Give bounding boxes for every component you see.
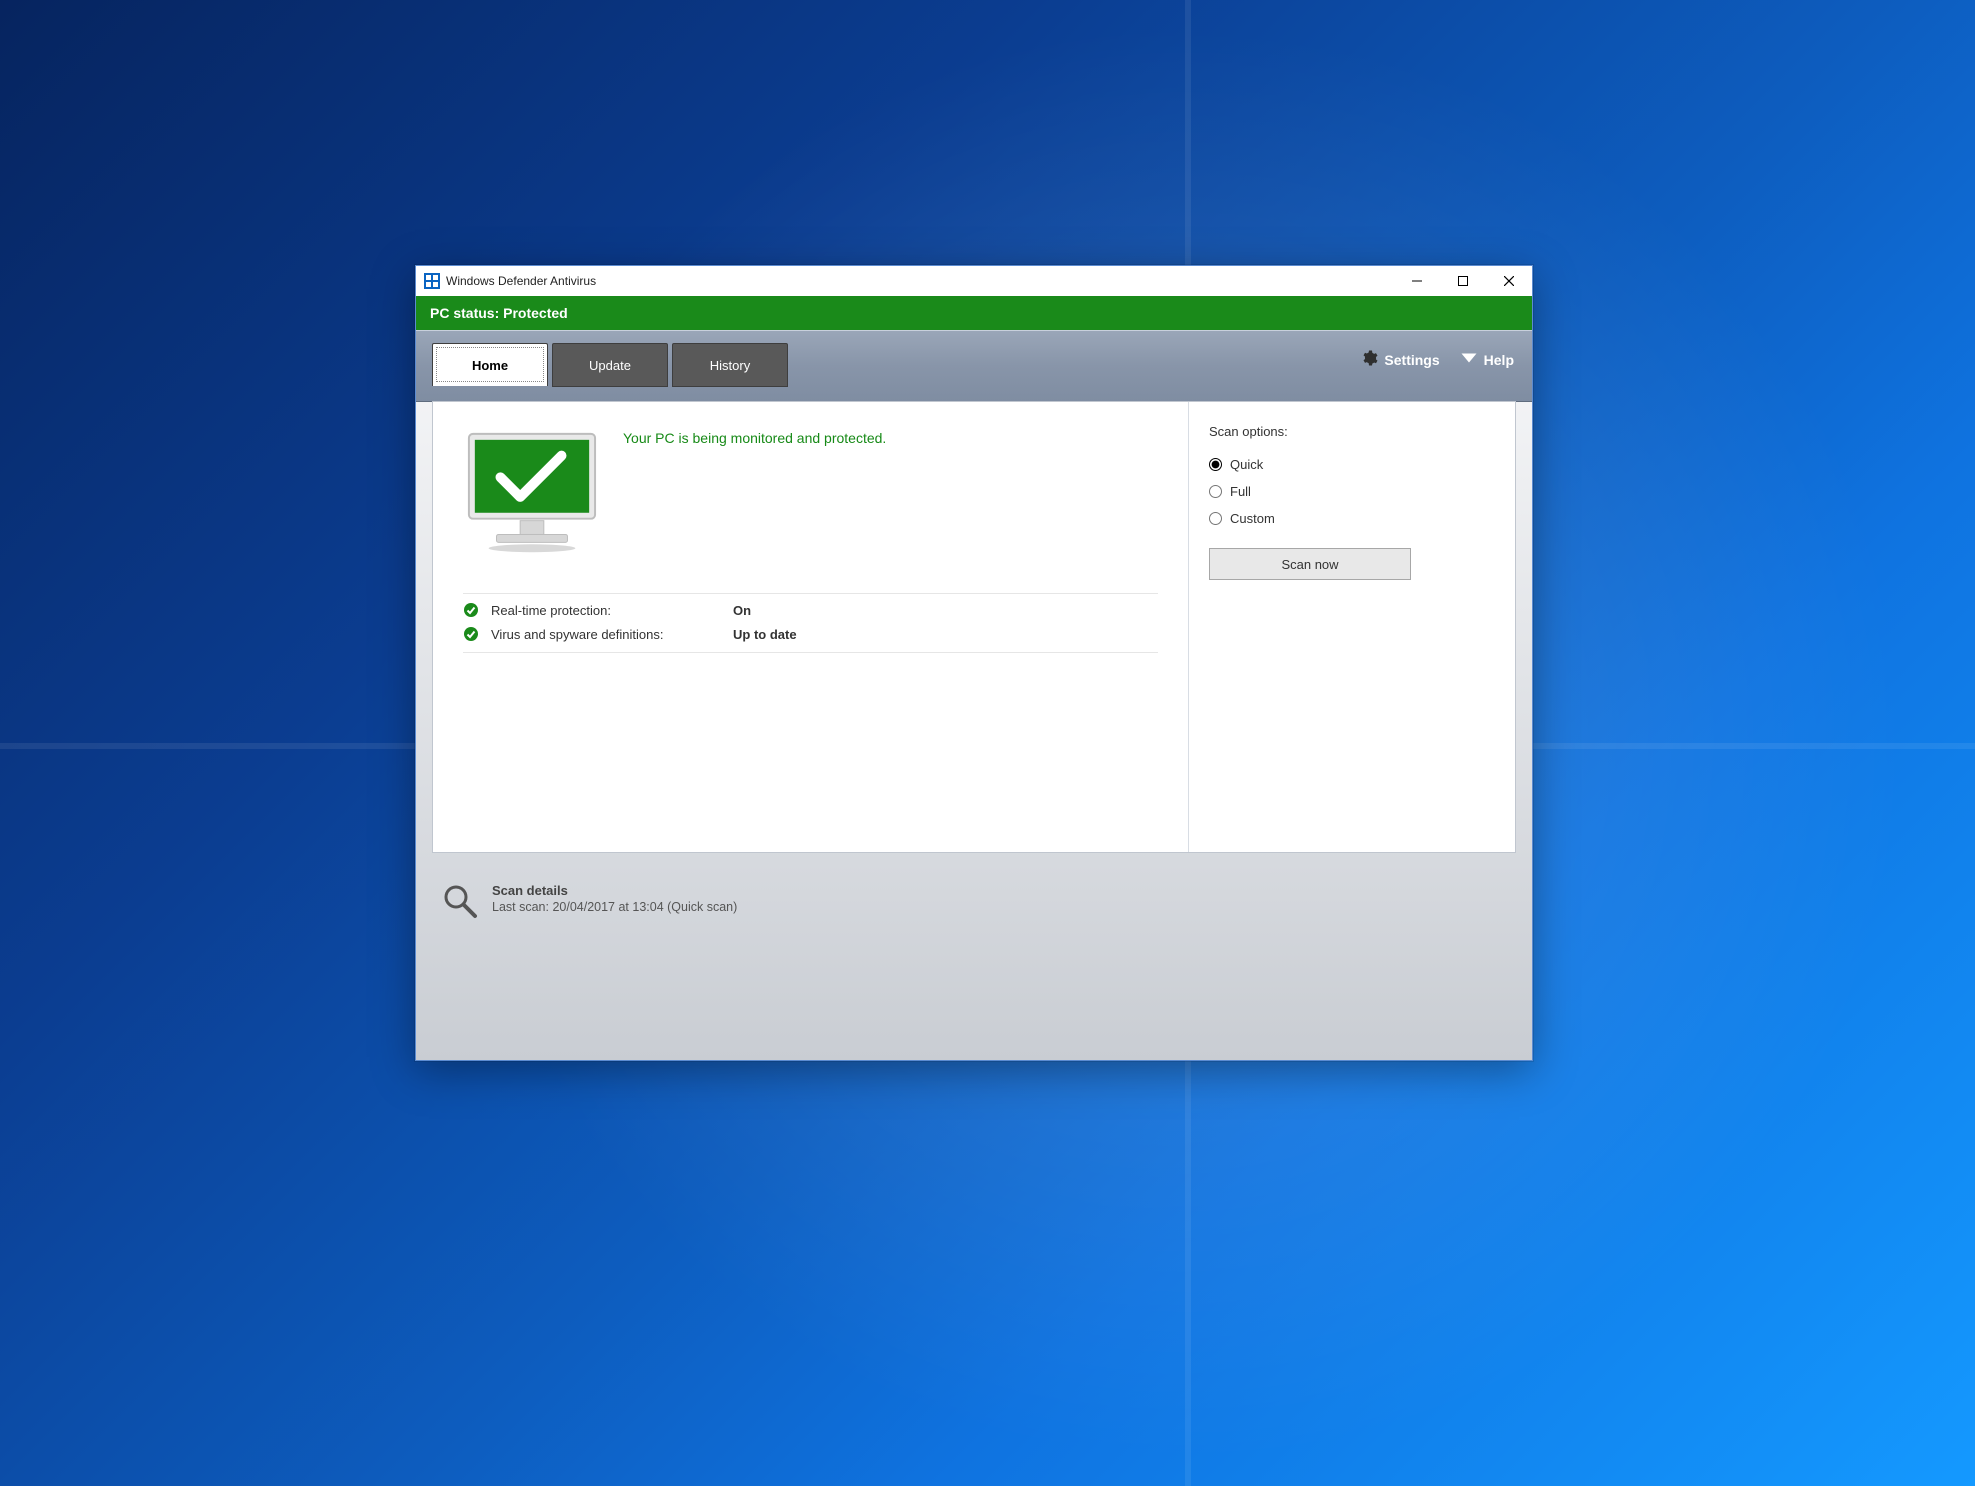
panels: Your PC is being monitored and protected… [432, 401, 1516, 853]
close-button[interactable] [1486, 266, 1532, 296]
definitions-value: Up to date [733, 627, 797, 642]
help-link[interactable]: Help [1460, 349, 1514, 370]
defender-icon [424, 273, 440, 289]
window-controls [1394, 266, 1532, 296]
pc-status-strip: PC status: Protected [416, 296, 1532, 330]
title-bar[interactable]: Windows Defender Antivirus [416, 266, 1532, 296]
status-row-definitions: Virus and spyware definitions: Up to dat… [463, 622, 1158, 653]
scan-option-custom-radio[interactable] [1209, 512, 1222, 525]
scan-option-quick-radio[interactable] [1209, 458, 1222, 471]
settings-label: Settings [1384, 352, 1439, 368]
main-panel: Your PC is being monitored and protected… [433, 402, 1188, 852]
scan-option-custom[interactable]: Custom [1209, 511, 1495, 526]
tab-strip: Home Update History [432, 343, 1516, 387]
hero-message: Your PC is being monitored and protected… [623, 430, 886, 446]
minimize-button[interactable] [1394, 266, 1440, 296]
status-row-rtp: Real-time protection: On [463, 594, 1158, 622]
scan-option-custom-label: Custom [1230, 511, 1275, 526]
scan-option-full[interactable]: Full [1209, 484, 1495, 499]
tab-update-label: Update [589, 358, 631, 373]
window-title: Windows Defender Antivirus [446, 274, 596, 288]
maximize-button[interactable] [1440, 266, 1486, 296]
tab-home[interactable]: Home [432, 343, 548, 386]
scan-details-title: Scan details [492, 883, 737, 898]
hero: Your PC is being monitored and protected… [463, 428, 1158, 559]
app-window: Windows Defender Antivirus PC status: Pr… [415, 265, 1533, 1061]
scan-option-full-radio[interactable] [1209, 485, 1222, 498]
check-circle-icon [463, 626, 479, 642]
tab-history-label: History [710, 358, 750, 373]
toolbar: Home Update History Settings Help [416, 330, 1532, 401]
status-table: Real-time protection: On Virus and spywa… [463, 593, 1158, 653]
rtp-label: Real-time protection: [491, 603, 721, 618]
scan-option-quick[interactable]: Quick [1209, 457, 1495, 472]
content-area: Your PC is being monitored and protected… [416, 401, 1532, 1060]
scan-options-title: Scan options: [1209, 424, 1495, 439]
scan-options-panel: Scan options: Quick Full Custom Scan now [1188, 402, 1515, 852]
rtp-value: On [733, 603, 751, 618]
magnifier-icon [442, 883, 478, 919]
toolbar-right: Settings Help [1360, 349, 1514, 370]
gear-icon [1360, 349, 1378, 370]
tab-home-label: Home [472, 358, 508, 373]
scan-now-button[interactable]: Scan now [1209, 548, 1411, 580]
last-scan-text: Last scan: 20/04/2017 at 13:04 (Quick sc… [492, 900, 737, 914]
scan-option-full-label: Full [1230, 484, 1251, 499]
check-circle-icon [463, 602, 479, 618]
tab-history[interactable]: History [672, 343, 788, 387]
protected-monitor-icon [463, 428, 601, 559]
pc-status-text: PC status: Protected [430, 305, 568, 321]
settings-link[interactable]: Settings [1360, 349, 1439, 370]
chevron-down-icon [1460, 349, 1478, 370]
scan-now-label: Scan now [1281, 557, 1338, 572]
help-label: Help [1484, 352, 1514, 368]
scan-details: Scan details Last scan: 20/04/2017 at 13… [432, 871, 1516, 927]
scan-option-quick-label: Quick [1230, 457, 1263, 472]
tab-update[interactable]: Update [552, 343, 668, 387]
definitions-label: Virus and spyware definitions: [491, 627, 721, 642]
